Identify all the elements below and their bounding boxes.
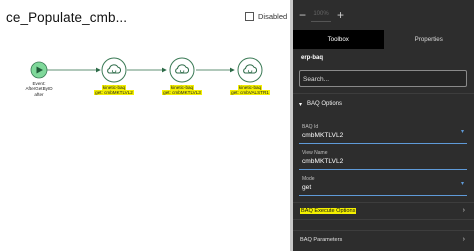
baq-execute-options-label: BAQ Execute Options [300,208,357,214]
start-node-label-line: after [34,91,44,97]
node-3-operation: get: cmbVALSTR1 [230,90,270,96]
chevron-down-icon: ▾ [299,102,303,108]
workflow-canvas[interactable]: ce_Populate_cmb... Disabled Event: After… [0,0,293,251]
search-input[interactable] [303,73,453,85]
chevron-right-icon: › [462,207,465,214]
baq-parameters-row[interactable]: BAQ Parameters › [293,230,474,251]
component-name: erp-baq [301,55,324,61]
zoom-bar: − 100% + [293,0,474,30]
node-1-type: kinetic-baq [101,85,127,90]
start-node-label: Event: AfterGetByID after [22,81,56,97]
view-name-value[interactable]: cmbMKTLVL2 [302,158,343,165]
view-name-field[interactable]: View Name cmbMKTLVL2 [299,147,467,170]
node-1-operation: get: cmbMKTLVL2 [94,90,134,96]
divider [293,93,474,94]
search-box[interactable] [299,70,467,87]
baq-id-field[interactable]: BAQ Id cmbMKTLVL2 ▾ [299,121,467,144]
chevron-down-icon[interactable]: ▾ [461,180,464,187]
node-2-operation: get: cmbMKTLVL3 [162,90,202,96]
baq-node-2[interactable] [169,57,195,83]
start-event-node[interactable] [30,61,48,79]
zoom-out-button[interactable]: − [299,8,306,22]
node-1-label: kinetic-baq get: cmbMKTLVL2 [90,85,138,96]
mode-value[interactable]: get [302,184,311,191]
baq-node-3[interactable] [237,57,263,83]
mode-field[interactable]: Mode get ▾ [299,173,467,196]
workflow-diagram [30,57,263,83]
node-2-type: kinetic-baq [169,85,195,90]
tab-properties[interactable]: Properties [383,30,474,49]
chevron-down-icon[interactable]: ▾ [461,128,464,135]
baq-options-header[interactable]: ▾ BAQ Options [293,99,474,111]
node-3-label: kinetic-baq get: cmbVALSTR1 [226,85,274,96]
baq-options-title: BAQ Options [307,101,343,107]
zoom-in-button[interactable]: + [337,8,344,22]
panel-tabs: Toolbox Properties [293,30,474,49]
baq-parameters-label: BAQ Parameters [300,237,343,243]
node-2-label: kinetic-baq get: cmbMKTLVL3 [158,85,206,96]
mode-label: Mode [302,176,315,182]
zoom-value[interactable]: 100% [311,7,331,22]
view-name-label: View Name [302,150,328,156]
baq-id-label: BAQ Id [302,124,319,130]
baq-id-value[interactable]: cmbMKTLVL2 [302,132,343,139]
properties-panel: − 100% + Toolbox Properties erp-baq ▾ BA… [293,0,474,251]
tab-toolbox[interactable]: Toolbox [293,30,384,49]
chevron-right-icon: › [462,236,465,243]
baq-node-1[interactable] [101,57,127,83]
node-3-type: kinetic-baq [237,85,263,90]
baq-execute-options-row[interactable]: BAQ Execute Options › [293,202,474,220]
